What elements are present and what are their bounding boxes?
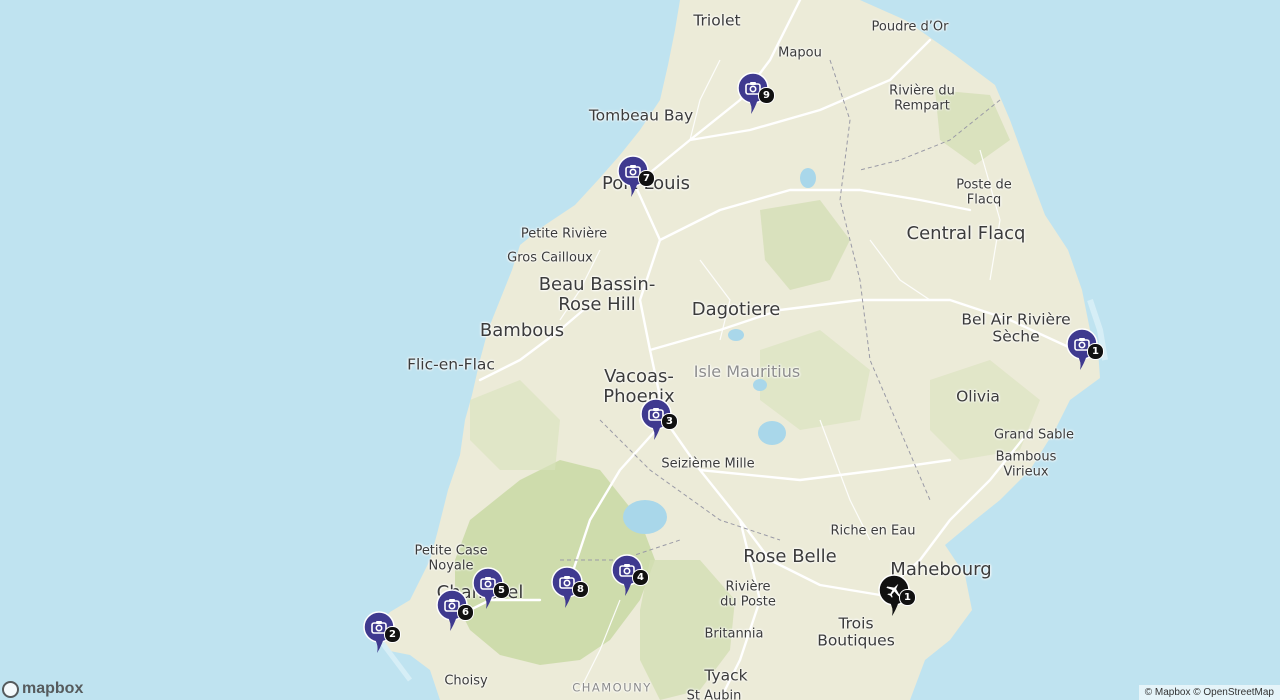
photo-spot-marker[interactable]: 5: [472, 567, 510, 611]
photo-spot-marker[interactable]: 7: [617, 155, 655, 199]
photo-spot-marker[interactable]: 8: [551, 566, 589, 610]
airport-marker[interactable]: 1: [878, 574, 916, 618]
map-canvas[interactable]: Triolet Poudre d’Or Mapou Rivière du Rem…: [0, 0, 1280, 700]
marker-count-badge: 3: [661, 413, 678, 430]
photo-spot-marker[interactable]: 3: [640, 398, 678, 442]
marker-count-badge: 5: [493, 582, 510, 599]
marker-count-badge: 6: [457, 604, 474, 621]
marker-count-badge: 2: [384, 626, 401, 643]
photo-spot-marker[interactable]: 2: [363, 611, 401, 655]
photo-spot-marker[interactable]: 9: [737, 72, 775, 116]
photo-spot-marker[interactable]: 1: [1066, 328, 1104, 372]
marker-count-badge: 4: [632, 569, 649, 586]
marker-count-badge: 9: [758, 87, 775, 104]
mapbox-logo-icon: [2, 680, 19, 698]
photo-spot-marker[interactable]: 4: [611, 554, 649, 598]
mapbox-logo-text: mapbox: [22, 680, 84, 697]
mapbox-logo[interactable]: mapbox: [2, 680, 83, 698]
map-attribution[interactable]: © Mapbox © OpenStreetMap: [1138, 685, 1280, 700]
marker-count-badge: 7: [638, 170, 655, 187]
marker-count-badge: 8: [572, 581, 589, 598]
photo-spot-marker[interactable]: 6: [436, 589, 474, 633]
marker-count-badge: 1: [1087, 343, 1104, 360]
marker-count-badge: 1: [899, 589, 916, 606]
